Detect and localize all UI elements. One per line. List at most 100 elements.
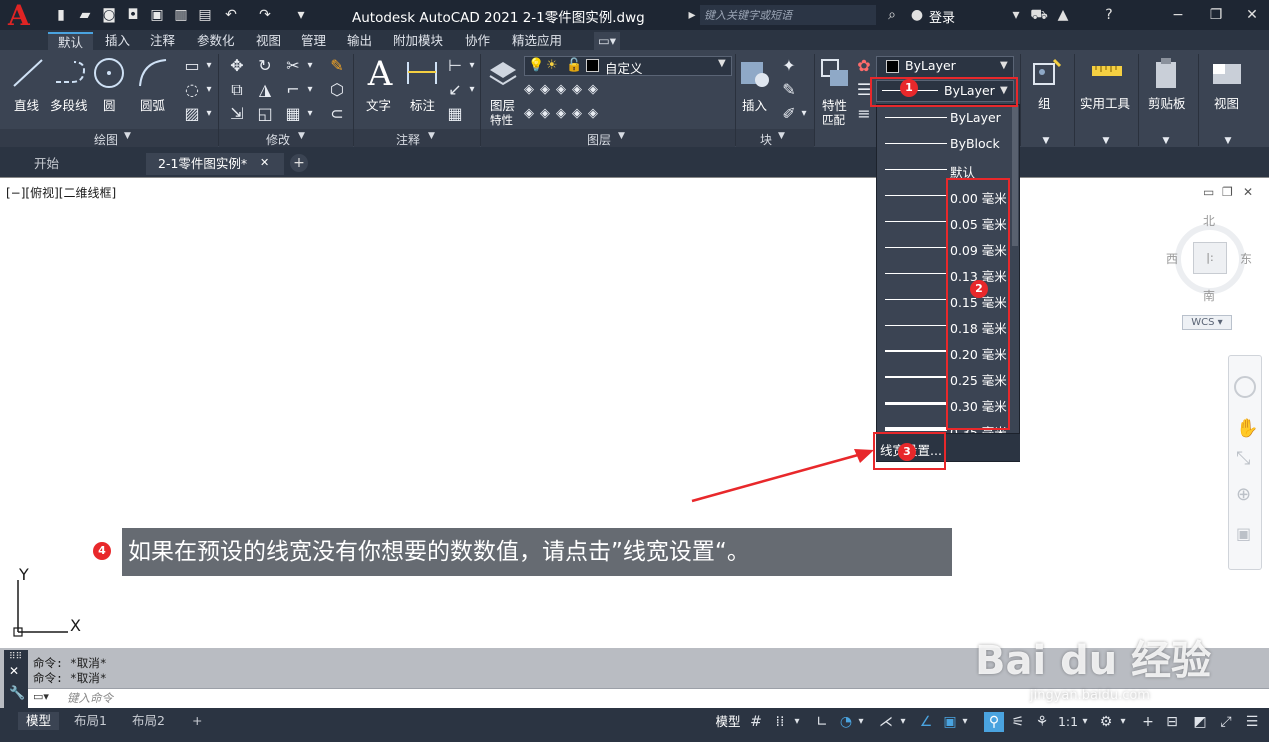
rectangle-dropdown-icon[interactable]: ▾	[204, 56, 214, 76]
save-as-icon[interactable]: ◘	[124, 6, 142, 24]
layers-panel-expand-icon[interactable]: ▼	[618, 131, 625, 141]
explode-icon[interactable]: ⬡	[326, 80, 348, 100]
linear-dim-dropdown-icon[interactable]: ▾	[466, 56, 478, 76]
customize-wrench-icon[interactable]: 🔧	[9, 686, 25, 701]
units-icon[interactable]: ⊟	[1162, 712, 1182, 732]
fullscreen-icon[interactable]: ⤢	[1216, 712, 1236, 732]
clipboard-icon[interactable]	[1150, 56, 1182, 90]
lineweight-scrollbar[interactable]	[1012, 106, 1018, 246]
block-panel-expand-icon[interactable]: ▼	[778, 131, 785, 141]
text-tool-icon[interactable]: A	[364, 54, 396, 94]
fillet-dropdown-icon[interactable]: ▾	[304, 80, 316, 100]
draw-panel-title[interactable]: 绘图	[94, 131, 118, 148]
hatch-dropdown-icon[interactable]: ▾	[204, 80, 214, 100]
autocad-logo-icon[interactable]: A	[8, 2, 38, 30]
layer-on-icon[interactable]: 💡	[528, 58, 544, 73]
layer-unlock-icon[interactable]: 🔓	[566, 58, 582, 73]
circle-tool-icon[interactable]	[92, 56, 126, 90]
tab-insert[interactable]: 插入	[105, 32, 130, 50]
add-layout-icon[interactable]: +	[184, 712, 210, 730]
quick-access-dropdown-icon[interactable]: ▾	[292, 6, 310, 24]
match-properties-icon[interactable]	[820, 56, 852, 90]
match-properties-label-2[interactable]: 匹配	[822, 112, 845, 128]
hatch-icon[interactable]: ◌	[180, 80, 204, 100]
command-close-icon[interactable]: ✕	[9, 664, 19, 678]
move-icon[interactable]: ✥	[226, 56, 248, 76]
annotation-scale-icon[interactable]: ⚘	[1032, 712, 1052, 732]
tab-parametric[interactable]: 参数化	[197, 32, 235, 50]
login-dropdown-icon[interactable]: ▾	[1010, 5, 1022, 25]
open-file-icon[interactable]: ▰	[76, 6, 94, 24]
trim-dropdown-icon[interactable]: ▾	[304, 56, 316, 76]
edit-block-icon[interactable]: ✎	[778, 80, 800, 100]
color-wheel-icon[interactable]: ✿	[854, 56, 874, 76]
search-icon[interactable]: ⌕	[882, 5, 902, 25]
modify-panel-title[interactable]: 修改	[266, 131, 290, 148]
close-tab-icon[interactable]: ✕	[260, 156, 269, 169]
viewport-restore-icon[interactable]: ❐	[1222, 185, 1233, 199]
search-input[interactable]: 键入关键字或短语	[700, 5, 876, 25]
gradient-icon[interactable]: ▨	[180, 104, 204, 124]
orbit-icon[interactable]: ⊕	[1236, 484, 1251, 505]
fillet-icon[interactable]: ⌐	[282, 80, 304, 100]
layer-combo-dropdown-icon[interactable]: ▼	[718, 58, 726, 69]
tab-addins[interactable]: 附加模块	[393, 32, 443, 50]
isolate-objects-icon[interactable]: ◩	[1190, 712, 1210, 732]
web-mobile-icon[interactable]: ▣	[148, 6, 166, 24]
layers-panel-title[interactable]: 图层	[587, 131, 611, 148]
restore-icon[interactable]: ❐	[1206, 5, 1226, 25]
clipboard-label[interactable]: 剪贴板	[1148, 93, 1186, 112]
isodraft-icon[interactable]: ⋌	[876, 712, 896, 732]
arc-tool-icon[interactable]	[136, 56, 170, 90]
workspace-gear-icon[interactable]: ⚙	[1096, 712, 1116, 732]
lineweight-option[interactable]: ByBlock	[877, 131, 1012, 157]
new-tab-icon[interactable]: +	[290, 154, 308, 172]
arc-tool-label[interactable]: 圆弧	[140, 95, 165, 114]
steering-wheel-icon[interactable]	[1234, 376, 1256, 398]
autodesk-a360-icon[interactable]: ▲	[1054, 5, 1072, 25]
drag-handle-icon[interactable]: ⠿⠿	[9, 652, 22, 662]
polyline-tool-icon[interactable]	[52, 58, 88, 88]
linear-dim-icon[interactable]: ⊢	[444, 56, 466, 76]
command-prompt-icon[interactable]: ▭▾	[33, 690, 49, 703]
pan-icon[interactable]: ✋	[1236, 418, 1258, 439]
viewcube-east[interactable]: 东	[1240, 250, 1252, 267]
offset-icon[interactable]: ⊂	[326, 104, 348, 124]
wcs-menu[interactable]: WCS ▾	[1182, 315, 1232, 330]
scale-icon[interactable]: ◱	[254, 104, 276, 124]
utilities-label[interactable]: 实用工具	[1080, 93, 1130, 112]
trim-icon[interactable]: ✂	[282, 56, 304, 76]
lineweight-option[interactable]: ByLayer	[877, 105, 1012, 131]
viewcube-west[interactable]: 西	[1166, 250, 1178, 267]
annotation-monitor-icon[interactable]: +	[1138, 712, 1158, 732]
tab-default[interactable]: 默认	[48, 32, 94, 50]
layout-tab-2[interactable]: 布局2	[124, 712, 173, 730]
layout-tab-1[interactable]: 布局1	[66, 712, 115, 730]
isodraft-dropdown-icon[interactable]: ▾	[898, 712, 908, 732]
close-icon[interactable]: ✕	[1242, 5, 1262, 25]
cart-icon[interactable]: ⛟	[1030, 5, 1048, 25]
ortho-icon[interactable]: ∟	[812, 712, 832, 732]
rectangle-icon[interactable]: ▭	[180, 56, 204, 76]
leader-icon[interactable]: ↙	[444, 80, 466, 100]
view-label[interactable]: 视图	[1214, 93, 1239, 112]
annotation-visibility-icon[interactable]: ⚲	[984, 712, 1004, 732]
scale-dropdown-icon[interactable]: ▾	[1080, 712, 1090, 732]
viewcube-north[interactable]: 北	[1203, 212, 1215, 229]
customization-icon[interactable]: ☰	[1242, 712, 1262, 732]
layer-thaw-icon[interactable]: ☀	[546, 58, 558, 73]
annotation-panel-expand-icon[interactable]: ▼	[428, 131, 435, 141]
redo-icon[interactable]: ↷	[256, 6, 274, 24]
layer-tools-row-2-icon[interactable]: ◈◈◈◈◈	[524, 104, 644, 124]
new-file-icon[interactable]: ▮	[52, 6, 70, 24]
linetype-icon[interactable]: ≡	[854, 104, 874, 124]
object-snap-icon[interactable]: ▣	[940, 712, 960, 732]
ribbon-minimize-icon[interactable]: ▭▾	[594, 32, 620, 50]
stretch-icon[interactable]: ⇲	[226, 104, 248, 124]
erase-icon[interactable]: ✎	[326, 56, 348, 76]
minimize-icon[interactable]: −	[1168, 5, 1188, 25]
chevron-right-icon[interactable]: ▸	[686, 5, 698, 25]
utilities-icon[interactable]	[1090, 60, 1124, 82]
model-space-button[interactable]: 模型	[714, 712, 742, 732]
tab-featured-apps[interactable]: 精选应用	[512, 32, 562, 50]
